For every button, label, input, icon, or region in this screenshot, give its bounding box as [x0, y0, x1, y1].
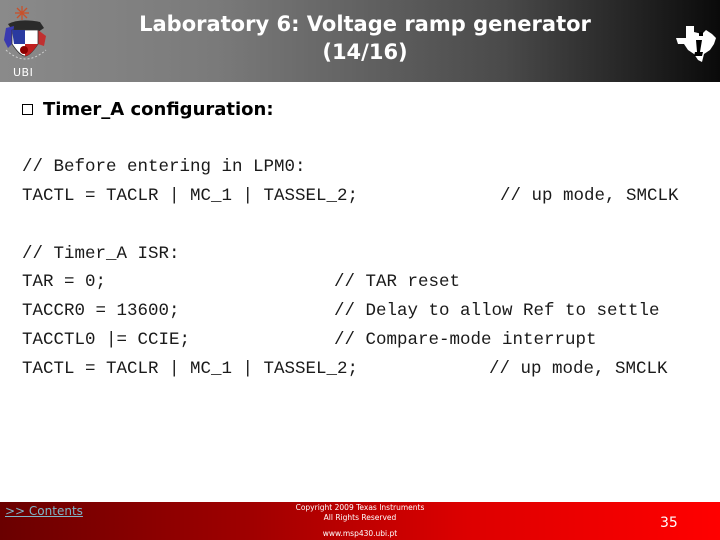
slide-header: UBI Laboratory 6: Voltage ramp generator…	[0, 0, 720, 82]
code-line: TACCTL0 |= CCIE; // Compare-mode interrup…	[22, 326, 597, 355]
code-line: TACCR0 = 13600; // Delay to allow Ref to …	[22, 297, 660, 326]
texas-instruments-logo	[672, 20, 720, 68]
code-text: TACCTL0 |= CCIE;	[22, 330, 191, 350]
code-text: TACTL = TACLR | MC_1 | TASSEL_2;	[22, 359, 359, 379]
copyright-line-2: All Rights Reserved	[323, 513, 397, 522]
code-text: TACCR0 = 13600;	[22, 301, 180, 321]
section-heading: Timer_A configuration:	[22, 99, 274, 120]
texas-instruments-logo-icon	[676, 26, 716, 62]
slide-title: Laboratory 6: Voltage ramp generator (14…	[80, 10, 650, 66]
slide-footer: >> Contents Copyright 2009 Texas Instrum…	[0, 502, 720, 540]
code-line: TACTL = TACLR | MC_1 | TASSEL_2; // up mo…	[22, 355, 668, 384]
code-comment: // up mode, SMCLK	[489, 359, 668, 379]
code-line: // Timer_A ISR:	[22, 240, 180, 269]
code-text: TAR = 0;	[22, 272, 107, 292]
code-comment: // TAR reset	[334, 272, 461, 292]
code-comment: // Compare-mode interrupt	[334, 330, 597, 350]
university-crest-icon	[4, 6, 47, 60]
code-text: // Before entering in LPM0:	[22, 157, 306, 177]
code-comment: // up mode, SMCLK	[500, 186, 679, 206]
copyright-line-1: Copyright 2009 Texas Instruments	[295, 503, 425, 512]
code-comment: // Delay to allow Ref to settle	[334, 301, 660, 321]
contents-link[interactable]: >> Contents	[5, 504, 83, 518]
ubi-logo: UBI	[0, 0, 56, 82]
copyright-notice: Copyright 2009 Texas Instruments All Rig…	[260, 503, 460, 539]
ubi-logo-label: UBI	[13, 66, 34, 79]
code-text: // Timer_A ISR:	[22, 244, 180, 264]
code-text: TACTL = TACLR | MC_1 | TASSEL_2;	[22, 186, 359, 206]
code-line: TACTL = TACLR | MC_1 | TASSEL_2; // up mo…	[22, 182, 679, 211]
slide-title-line-1: Laboratory 6: Voltage ramp generator	[139, 12, 591, 36]
website-url: www.msp430.ubi.pt	[322, 529, 398, 538]
code-line: // Before entering in LPM0:	[22, 153, 306, 182]
hollow-square-bullet-icon	[22, 104, 33, 115]
page-number: 35	[660, 515, 678, 531]
code-line: TAR = 0; // TAR reset	[22, 268, 460, 297]
section-heading-text: Timer_A configuration:	[43, 99, 274, 120]
slide-title-line-2: (14/16)	[322, 40, 408, 64]
